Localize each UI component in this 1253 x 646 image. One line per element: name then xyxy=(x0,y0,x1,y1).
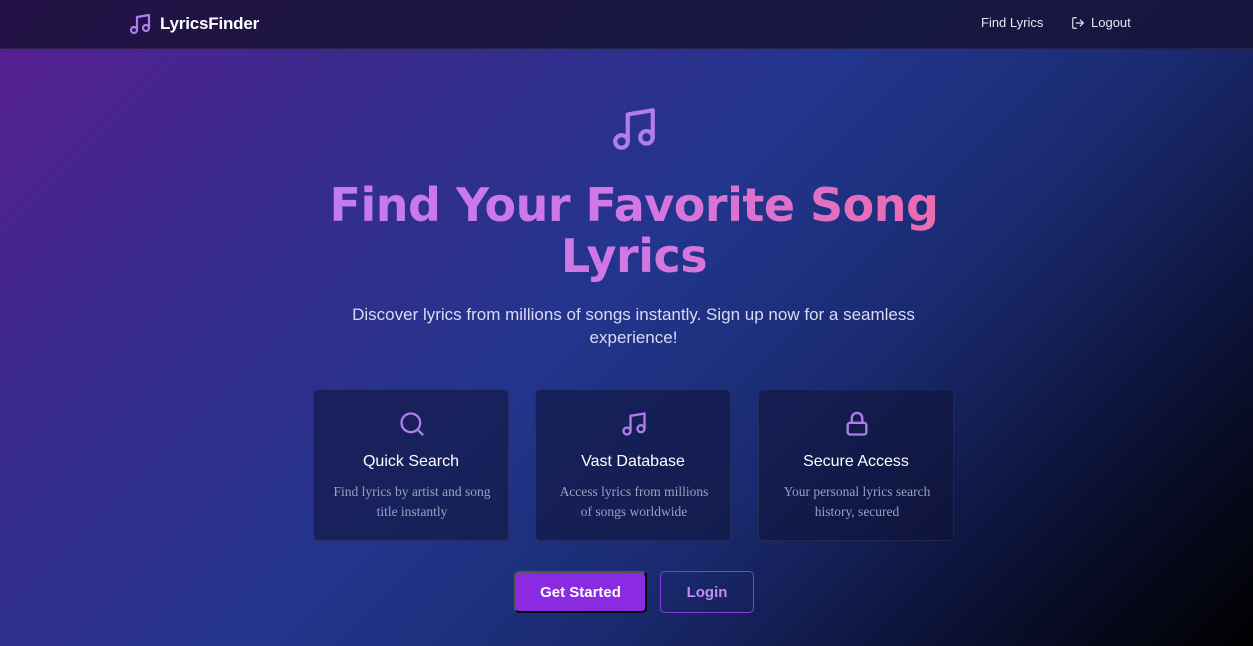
feature-card-secure-access: Secure Access Your personal lyrics searc… xyxy=(758,389,954,541)
feature-title: Quick Search xyxy=(362,453,460,470)
lock-icon xyxy=(846,411,868,436)
feature-title: Secure Access xyxy=(803,453,909,470)
get-started-button[interactable]: Get Started xyxy=(514,571,647,613)
hero-title: Find Your Favorite Song Lyrics xyxy=(290,180,978,282)
feature-description: Find lyrics by artist and song title ins… xyxy=(333,484,491,519)
feature-description: Access lyrics from millions of songs wor… xyxy=(559,484,709,519)
music-note-icon xyxy=(129,13,151,35)
search-icon xyxy=(400,412,424,436)
nav-link-find-lyrics[interactable]: Find Lyrics xyxy=(981,15,1043,30)
feature-description: Your personal lyrics search history, sec… xyxy=(783,484,931,519)
nav-link-label: Logout xyxy=(1091,15,1131,30)
login-button[interactable]: Login xyxy=(660,571,754,613)
feature-card-quick-search: Quick Search Find lyrics by artist and s… xyxy=(313,389,509,541)
brand-logo[interactable]: LyricsFinder xyxy=(128,11,259,37)
navbar: LyricsFinder Find Lyrics Logout xyxy=(0,0,1253,49)
logout-icon xyxy=(1072,16,1084,29)
feature-card-vast-database: Vast Database Access lyrics from million… xyxy=(535,389,731,541)
feature-title: Vast Database xyxy=(581,453,685,470)
music-note-icon xyxy=(622,412,646,436)
logout-button[interactable]: Logout xyxy=(1071,15,1131,30)
music-note-icon xyxy=(613,108,655,150)
brand-name: LyricsFinder xyxy=(160,14,260,33)
nav-link-label: Find Lyrics xyxy=(981,15,1044,30)
hero-subtitle: Discover lyrics from millions of songs i… xyxy=(352,305,915,347)
